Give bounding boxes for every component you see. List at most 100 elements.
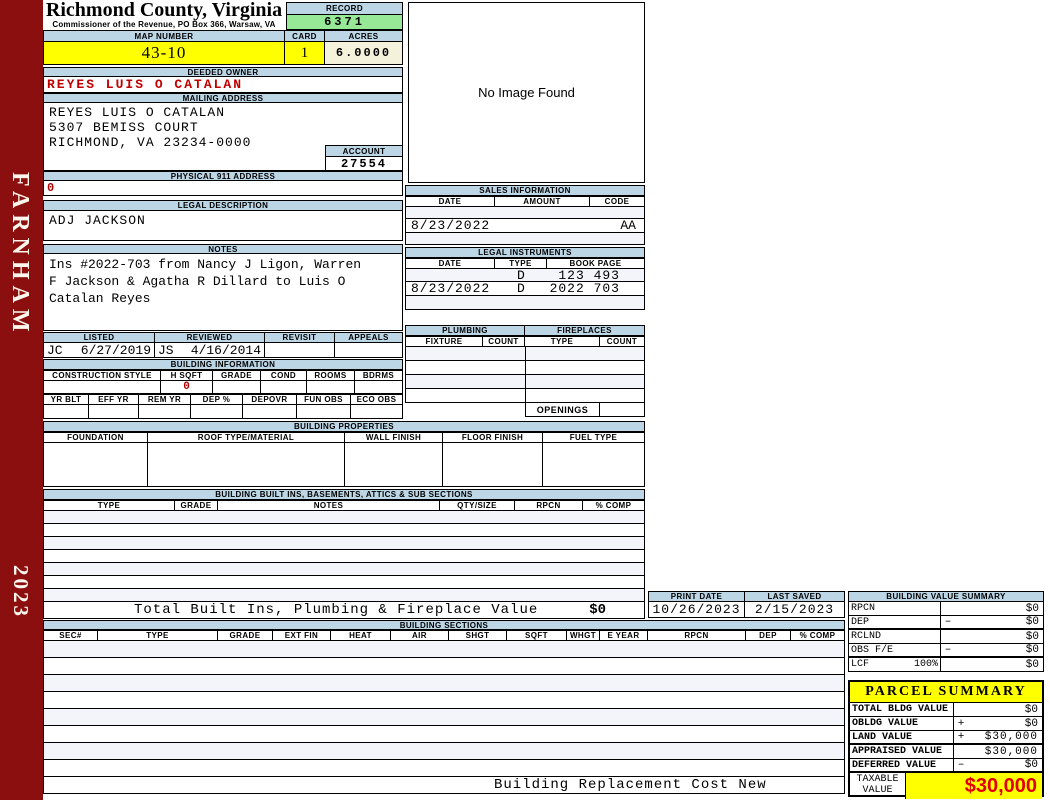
openings-row: OPENINGS: [405, 403, 645, 417]
col-construction-style: CONSTRUCTION STYLE: [43, 370, 161, 381]
empty-cell: [525, 347, 644, 360]
sale-code: AA: [620, 218, 636, 233]
reviewed-by: JS: [158, 342, 174, 358]
taxable-value: $30,000: [906, 773, 1042, 799]
bvs-label: DEP: [851, 616, 870, 628]
record-label: RECORD: [286, 2, 403, 15]
col-foundation: FOUNDATION: [43, 432, 148, 443]
empty-row: [43, 675, 845, 692]
building-value-summary-title: BUILDING VALUE SUMMARY: [848, 591, 1044, 602]
plumbing-title: PLUMBING: [405, 325, 525, 336]
empty-row: [43, 563, 645, 576]
property-record-card: FARNHAM 2023 Richmond County, Virginia C…: [0, 0, 1050, 800]
col-ext-fin: EXT FIN: [273, 630, 331, 641]
col-notes: NOTES: [218, 500, 440, 511]
parcel-row: APPRAISED VALUE $30,000: [850, 745, 1042, 759]
col-air: AIR: [391, 630, 449, 641]
district-name: FARNHAM: [7, 172, 33, 338]
h-sqft-value: 0: [161, 381, 213, 394]
empty-row: [43, 537, 645, 550]
bvs-op: [941, 658, 955, 671]
fireplaces-title: FIREPLACES: [525, 325, 645, 336]
col-roof-type-material: ROOF TYPE/MATERIAL: [148, 432, 345, 443]
empty-row: [405, 361, 645, 375]
instrument-date: [406, 296, 495, 309]
listed-by: JC: [47, 342, 63, 358]
floor-finish-value: [443, 443, 543, 487]
empty-row: [43, 641, 845, 658]
building-replacement-label: Building Replacement Cost New: [494, 777, 767, 793]
instrument-type: D: [517, 281, 525, 296]
col-bdrms: BDRMS: [355, 370, 403, 381]
account-value: 27554: [325, 157, 403, 171]
parcel-value: $0: [1024, 703, 1038, 716]
last-saved-value: 2/15/2023: [745, 602, 845, 618]
parcel-label: TOTAL BLDG VALUE: [850, 703, 954, 716]
parcel-row: OBLDG VALUE + $0: [850, 717, 1042, 731]
empty-row: [43, 692, 845, 709]
empty-row: [405, 375, 645, 389]
deeded-owner-label: DEEDED OWNER: [43, 67, 403, 77]
instrument-date: 8/23/2022: [411, 281, 491, 296]
card-label: CARD: [285, 30, 325, 42]
acres-value: 6.0000: [325, 42, 403, 65]
col-rem-yr: REM YR: [139, 394, 191, 405]
bvs-op: –: [944, 644, 952, 656]
legal-description-label: LEGAL DESCRIPTION: [43, 200, 403, 211]
col-date: DATE: [405, 196, 495, 207]
empty-row: [43, 576, 645, 589]
county-title: Richmond County, Virginia: [45, 0, 283, 21]
empty-cell: [405, 403, 525, 417]
building-properties: BUILDING PROPERTIES FOUNDATION ROOF TYPE…: [43, 421, 645, 487]
taxable-row: TAXABLE VALUE $30,000: [850, 773, 1042, 799]
empty-row: [43, 550, 645, 563]
col-fuel-type: FUEL TYPE: [543, 432, 645, 443]
col-floor-finish: FLOOR FINISH: [443, 432, 543, 443]
fun-obs-value: [297, 405, 351, 419]
parcel-summary: PARCEL SUMMARY TOTAL BLDG VALUE $0 OBLDG…: [848, 680, 1044, 799]
foundation-value: [43, 443, 148, 487]
appeals-label: APPEALS: [335, 332, 403, 343]
col-dep-pct: DEP %: [191, 394, 243, 405]
empty-row: [405, 389, 645, 403]
col-wall-finish: WALL FINISH: [345, 432, 443, 443]
col-dep: DEP: [746, 630, 791, 641]
empty-row: [43, 726, 845, 743]
instrument-bookpage: [547, 296, 644, 309]
deeded-owner-value: REYES LUIS O CATALAN: [43, 77, 403, 93]
listed-value: JC 6/27/2019: [43, 343, 155, 358]
instrument-bookpage: 2022 703: [549, 281, 620, 296]
listed-label: LISTED: [43, 332, 155, 343]
building-replacement-row: Building Replacement Cost New: [43, 777, 845, 794]
col-qty-size: QTY/SIZE: [440, 500, 515, 511]
parcel-value: $0: [1024, 759, 1038, 771]
empty-row: [43, 589, 645, 602]
parcel-row: DEFERRED VALUE – $0: [850, 759, 1042, 773]
parcel-op: +: [957, 717, 965, 730]
col-pct-comp: % COMP: [583, 500, 645, 511]
sale-code: [589, 207, 644, 218]
parcel-value: $30,000: [984, 731, 1038, 743]
bvs-label: OBS F/E: [851, 644, 894, 656]
fuel-type-value: [543, 443, 645, 487]
col-sec: SEC#: [43, 630, 98, 641]
sales-information-title: SALES INFORMATION: [405, 185, 645, 196]
instrument-row: [405, 296, 645, 310]
print-date-label: PRINT DATE: [648, 591, 745, 602]
sales-information: SALES INFORMATION DATE AMOUNT CODE 8/23/…: [405, 185, 645, 245]
parcel-op: +: [957, 731, 965, 743]
col-type: TYPE: [43, 500, 175, 511]
building-sections-title: BUILDING SECTIONS: [43, 620, 845, 630]
physical-911-label: PHYSICAL 911 ADDRESS: [43, 171, 403, 181]
card-value: 1: [285, 42, 325, 65]
sale-amount: [495, 233, 589, 244]
wall-finish-value: [345, 443, 443, 487]
building-properties-title: BUILDING PROPERTIES: [43, 421, 645, 432]
sales-row: [405, 233, 645, 245]
built-ins-section: BUILDING BUILT INS, BASEMENTS, ATTICS & …: [43, 489, 645, 619]
col-h-sqft: H SQFT: [161, 370, 213, 381]
bvs-value: $0: [1025, 658, 1039, 671]
bvs-row: RPCN $0: [848, 602, 1044, 616]
col-fun-obs: FUN OBS: [297, 394, 351, 405]
empty-cell: [525, 389, 644, 402]
